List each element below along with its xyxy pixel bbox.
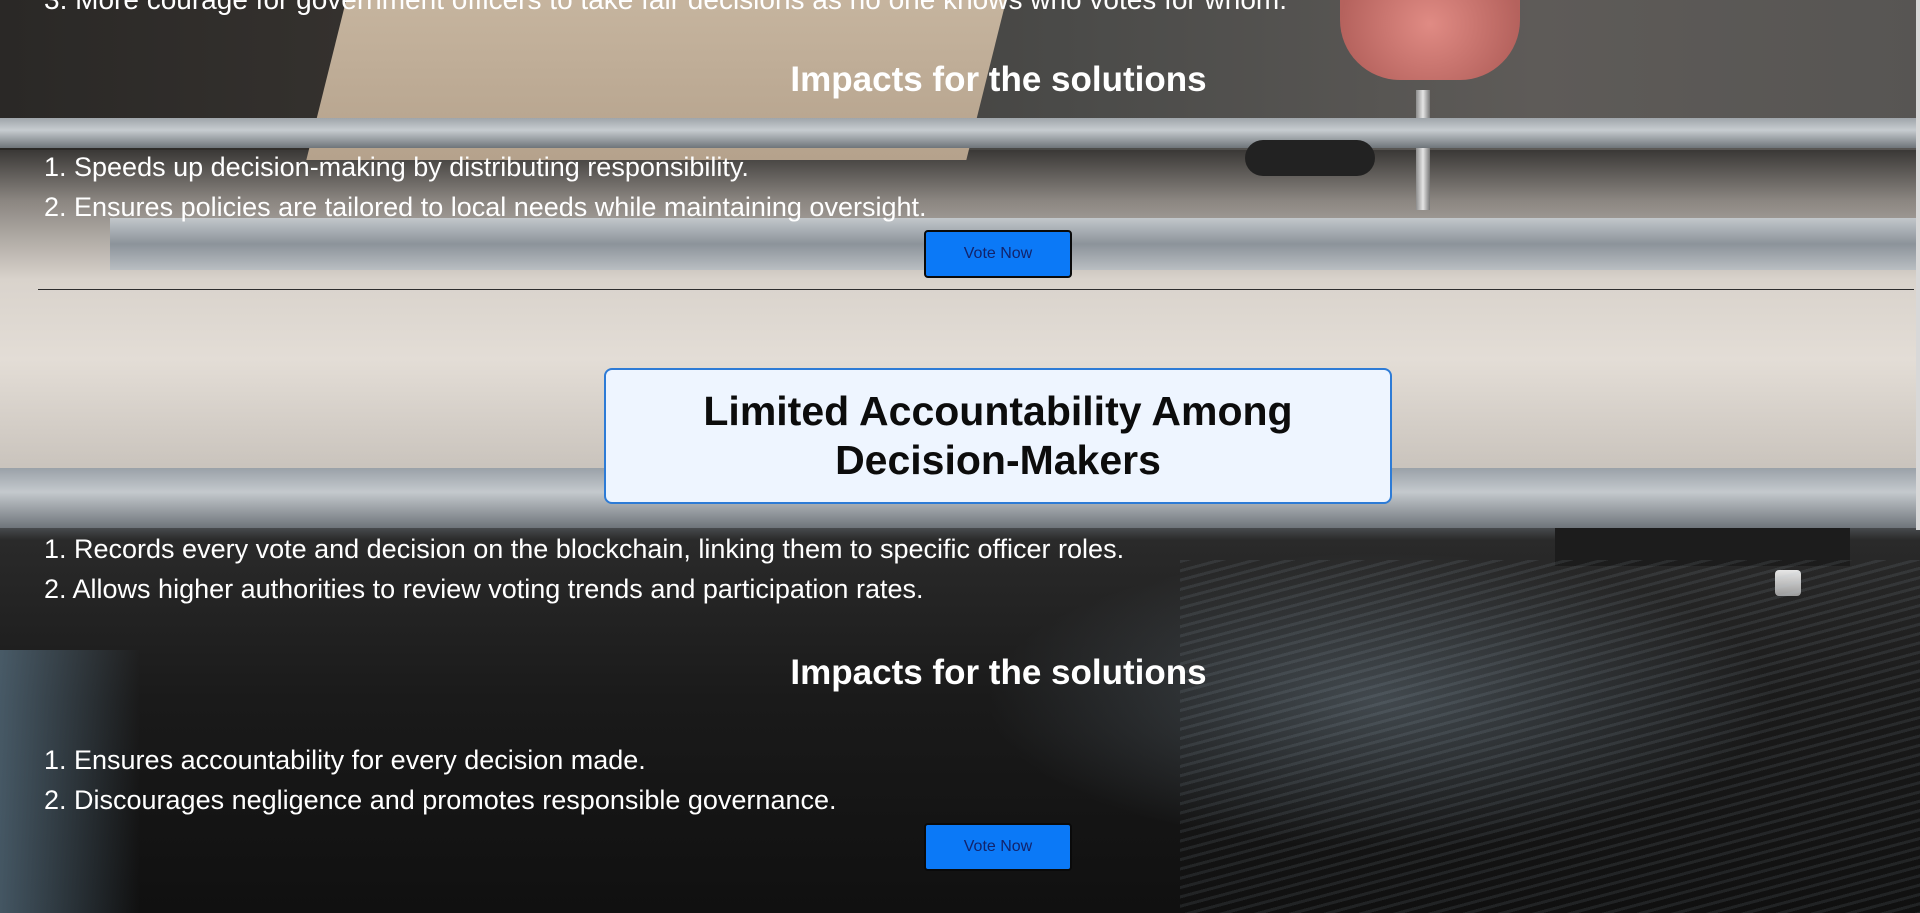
clipped-list-item: 3. More courage for government officers … <box>44 0 1287 16</box>
list-item: 1. Speeds up decision-making by distribu… <box>44 152 749 182</box>
section-title: Limited Accountability Among Decision-Ma… <box>703 388 1293 483</box>
list-item: 2. Discourages negligence and promotes r… <box>44 785 837 815</box>
impacts-heading: Impacts for the solutions <box>790 60 1207 99</box>
list-item: 1. Records every vote and decision on th… <box>44 534 1125 564</box>
vote-now-button[interactable]: Vote Now <box>924 230 1072 278</box>
section-divider <box>38 289 1914 290</box>
list-item: 1. Ensures accountability for every deci… <box>44 745 646 775</box>
page-content: 3. More courage for government officers … <box>0 0 1920 913</box>
section-title-card: Limited Accountability Among Decision-Ma… <box>604 368 1392 504</box>
impacts-heading: Impacts for the solutions <box>790 653 1207 692</box>
list-item: 2. Allows higher authorities to review v… <box>44 574 924 604</box>
list-item: 2. Ensures policies are tailored to loca… <box>44 192 927 222</box>
vote-now-button[interactable]: Vote Now <box>924 823 1072 871</box>
solutions-list: 1. Records every vote and decision on th… <box>44 529 1124 609</box>
impacts-list: 1. Speeds up decision-making by distribu… <box>44 147 926 227</box>
impacts-list: 1. Ensures accountability for every deci… <box>44 740 837 820</box>
